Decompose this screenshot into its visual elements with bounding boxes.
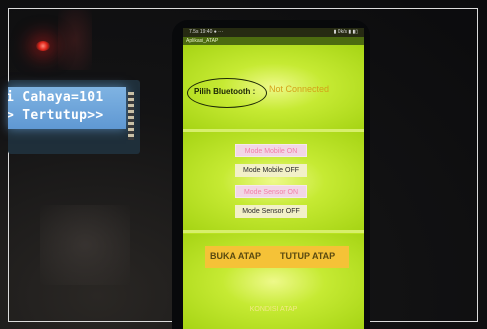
atap-button-bar: BUKA ATAP TUTUP ATAP bbox=[205, 246, 349, 268]
buka-atap-button[interactable]: BUKA ATAP bbox=[210, 251, 261, 261]
mode-mobile-on-button[interactable]: Mode Mobile ON bbox=[235, 144, 307, 157]
kondisi-atap-label: KONDISI ATAP bbox=[249, 306, 298, 313]
circuit-board bbox=[58, 10, 92, 70]
bluetooth-button-label[interactable]: Pilih Bluetooth : bbox=[194, 87, 255, 96]
lcd-pin-header bbox=[128, 92, 134, 140]
red-led-light bbox=[36, 41, 50, 51]
section-divider bbox=[183, 230, 364, 233]
status-right: ▮ 0k/s ▮ ▮▯ bbox=[333, 29, 358, 35]
lcd-screen: i Cahaya=101 > Tertutup>> bbox=[8, 87, 126, 129]
bluetooth-status: Not Connected bbox=[269, 84, 330, 94]
mode-sensor-on-button[interactable]: Mode Sensor ON bbox=[235, 185, 307, 198]
phone-screen: 7.5s 19:40 ● ··· ▮ 0k/s ▮ ▮▯ Aplikasi_AT… bbox=[183, 28, 364, 329]
lcd-line-1: i Cahaya=101 bbox=[8, 90, 104, 105]
app-title: Aplikasi_ATAP bbox=[183, 37, 364, 45]
mode-sensor-off-button[interactable]: Mode Sensor OFF bbox=[235, 205, 307, 218]
status-bar: 7.5s 19:40 ● ··· ▮ 0k/s ▮ ▮▯ bbox=[183, 28, 364, 37]
mode-mobile-off-button[interactable]: Mode Mobile OFF bbox=[235, 164, 307, 177]
tutup-atap-button[interactable]: TUTUP ATAP bbox=[280, 251, 335, 261]
hand-shadow bbox=[40, 205, 130, 285]
status-left: 7.5s 19:40 ● ··· bbox=[189, 29, 224, 35]
lcd-line-2: > Tertutup>> bbox=[8, 108, 104, 123]
